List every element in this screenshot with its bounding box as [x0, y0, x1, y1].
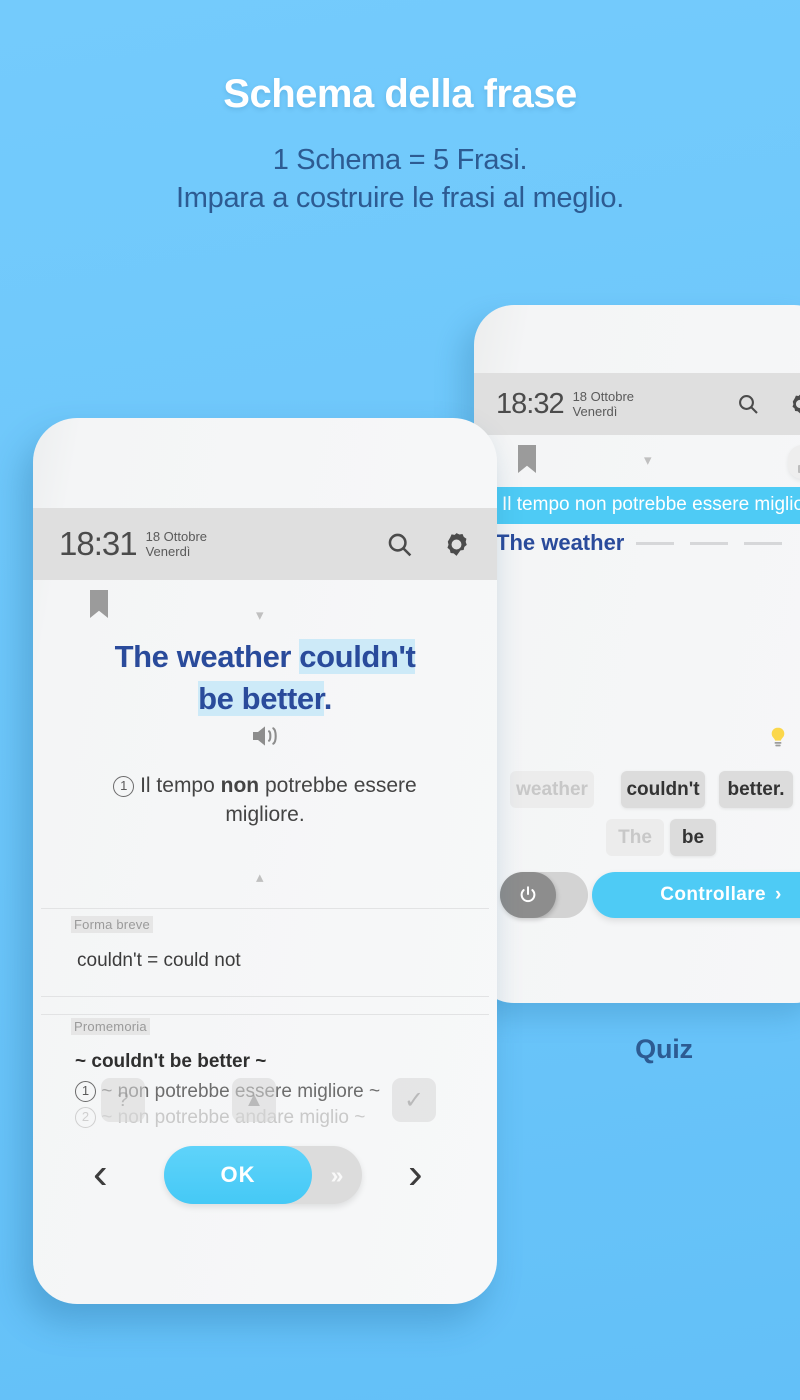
signal-level-icon: [788, 445, 800, 479]
quiz-word-chip[interactable]: weather: [510, 771, 594, 808]
ok-skip-control: OK »: [164, 1146, 362, 1204]
quiz-word-chip[interactable]: be: [670, 819, 716, 856]
question-mark-icon[interactable]: ?: [101, 1078, 145, 1122]
chevron-up-icon[interactable]: ▴: [256, 870, 264, 885]
ok-button[interactable]: OK: [164, 1146, 312, 1204]
gear-icon[interactable]: [442, 530, 471, 559]
caption-quiz: Quiz: [635, 1034, 693, 1064]
speaker-icon: [253, 726, 277, 746]
memo-item-index: 2: [75, 1107, 96, 1128]
memo-item-index: 1: [75, 1081, 96, 1102]
sentence-plain-start: The weather: [114, 639, 300, 674]
sentence-status-icons: [385, 530, 471, 559]
lightbulb-icon[interactable]: [769, 727, 787, 749]
chevron-down-icon[interactable]: ▾: [256, 608, 264, 623]
sentence-status-bar: 18:31 18 Ottobre Venerdì: [33, 508, 497, 580]
skip-button[interactable]: »: [312, 1162, 362, 1189]
short-form-label: Forma breve: [71, 916, 153, 933]
quiz-answer-prefix: The weather: [496, 530, 625, 555]
gear-icon[interactable]: [788, 392, 800, 416]
sentence-highlight-2: be better: [198, 680, 324, 716]
phone-mockup-quiz: 18:32 18 Ottobre Venerdì ▾ Il tempo non …: [474, 305, 800, 1003]
sentence-date-day: 18 Ottobre: [145, 528, 208, 544]
quiz-blank-1[interactable]: [635, 542, 674, 545]
phone-mockup-sentence: 18:31 18 Ottobre Venerdì ▾ The weather c…: [33, 418, 497, 1304]
sentence-clock: 18:31: [59, 525, 138, 562]
search-icon[interactable]: [385, 530, 414, 559]
search-icon[interactable]: [736, 392, 760, 416]
quiz-answer-line: The weather: [496, 530, 787, 556]
power-icon: [500, 872, 556, 918]
panel-divider: [41, 1014, 489, 1015]
quiz-word-chip[interactable]: couldn't: [621, 771, 705, 808]
prev-sentence-button[interactable]: ‹: [93, 1152, 108, 1196]
translation-bold-word: non: [220, 774, 260, 797]
quiz-status-bar: 18:32 18 Ottobre Venerdì: [474, 373, 800, 435]
sentence-highlight-1: couldn't: [299, 639, 416, 674]
translation-text: 1 Il tempo non potrebbe essere migliore.: [73, 772, 457, 830]
check-answer-button[interactable]: Controllare ›: [592, 872, 800, 918]
quiz-blank-2[interactable]: [689, 542, 728, 545]
page-subtitle: 1 Schema = 5 Frasi. Impara a costruire l…: [0, 142, 800, 217]
memo-label: Promemoria: [71, 1018, 150, 1035]
chevron-right-icon: ›: [775, 884, 782, 905]
quiz-blank-3[interactable]: [743, 542, 782, 545]
tts-power-toggle[interactable]: [500, 872, 588, 918]
page-title: Schema della frase: [223, 72, 577, 116]
bookmark-icon[interactable]: [518, 445, 536, 473]
quiz-prompt-text: Il tempo non potrebbe essere migliore.: [492, 487, 800, 524]
quiz-date-weekday: Venerdì: [572, 404, 618, 419]
arrow-up-icon[interactable]: ▲: [232, 1078, 276, 1122]
page-subtitle-line-2: Impara a costruire le frasi al meglio.: [176, 181, 624, 214]
memo-heading: ~ couldn't be better ~: [75, 1051, 267, 1072]
chevron-down-icon[interactable]: ▾: [644, 453, 652, 468]
sentence-date-weekday: Venerdì: [145, 544, 191, 559]
translation-part-1: Il tempo: [140, 774, 221, 797]
panel-divider: [41, 908, 489, 909]
quiz-word-chip[interactable]: The: [606, 819, 664, 856]
check-answer-label: Controllare: [660, 884, 766, 905]
quiz-word-chip[interactable]: better.: [719, 771, 793, 808]
speaker-button[interactable]: [33, 723, 497, 754]
next-sentence-button[interactable]: ›: [408, 1152, 423, 1196]
short-form-body: couldn't = could not: [77, 950, 241, 971]
quiz-status-icons: [736, 392, 800, 416]
quiz-date-day: 18 Ottobre: [572, 388, 635, 404]
translation-index: 1: [113, 776, 135, 797]
quiz-clock: 18:32: [496, 387, 565, 420]
sentence-period: .: [323, 680, 333, 716]
quiz-date: 18 Ottobre Venerdì: [573, 389, 634, 420]
page-subtitle-line-1: 1 Schema = 5 Frasi.: [272, 144, 528, 176]
panel-divider: [41, 996, 489, 997]
sentence-date: 18 Ottobre Venerdì: [146, 529, 207, 560]
target-sentence: The weather couldn't be better.: [69, 636, 461, 720]
check-icon[interactable]: ✓: [392, 1078, 436, 1122]
bookmark-icon[interactable]: [90, 590, 108, 618]
